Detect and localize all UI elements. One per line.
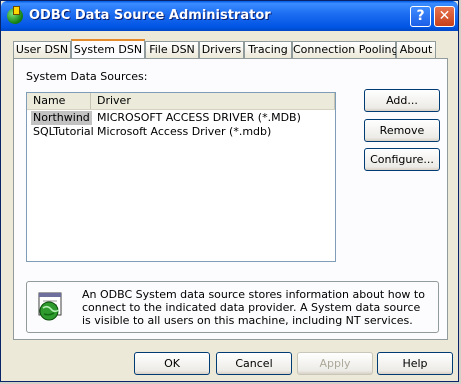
info-box: An ODBC System data source stores inform… (26, 281, 439, 333)
help-button[interactable]: Help (377, 352, 453, 375)
info-text: An ODBC System data source stores inform… (82, 288, 425, 327)
odbc-dialog: ODBC Data Source Administrator ? ✕ User … (0, 0, 459, 382)
tab-file-dsn[interactable]: File DSN (145, 41, 199, 58)
cancel-button[interactable]: Cancel (216, 352, 292, 375)
list-item-name: SQLTutorial (33, 125, 94, 138)
tab-user-dsn[interactable]: User DSN (13, 41, 71, 58)
add-button[interactable]: Add... (364, 89, 440, 112)
configure-button[interactable]: Configure... (364, 148, 440, 171)
list-item[interactable]: Northwind MICROSOFT ACCESS DRIVER (*.MDB… (27, 111, 335, 125)
tab-drivers[interactable]: Drivers (199, 41, 244, 58)
title-bar[interactable]: ODBC Data Source Administrator ? ✕ (1, 1, 458, 31)
column-header-name[interactable]: Name (27, 93, 91, 109)
apply-button[interactable]: Apply (297, 352, 373, 375)
tab-connection-pooling[interactable]: Connection Pooling (292, 41, 399, 58)
system-data-sources-label: System Data Sources: (26, 70, 148, 83)
list-header: Name Driver (27, 93, 335, 110)
list-item[interactable]: SQLTutorial Microsoft Access Driver (*.m… (27, 125, 335, 139)
odbc-globe-icon (7, 6, 23, 24)
list-item-driver: MICROSOFT ACCESS DRIVER (*.MDB) (97, 111, 301, 124)
list-item-driver: Microsoft Access Driver (*.mdb) (97, 125, 272, 138)
column-header-driver[interactable]: Driver (91, 93, 335, 109)
system-dsn-panel: System Data Sources: Name Driver Northwi… (13, 58, 448, 340)
odbc-datasource-icon (38, 292, 62, 321)
data-sources-list[interactable]: Name Driver Northwind MICROSOFT ACCESS D… (26, 92, 336, 262)
remove-button[interactable]: Remove (364, 119, 440, 142)
window-title: ODBC Data Source Administrator (29, 8, 271, 23)
tab-tracing[interactable]: Tracing (244, 41, 292, 58)
tab-about[interactable]: About (396, 41, 436, 58)
tab-system-dsn[interactable]: System DSN (71, 39, 145, 59)
ok-button[interactable]: OK (134, 352, 210, 375)
list-item-name: Northwind (31, 111, 92, 125)
close-button[interactable]: ✕ (434, 6, 455, 27)
help-title-button[interactable]: ? (410, 6, 431, 27)
